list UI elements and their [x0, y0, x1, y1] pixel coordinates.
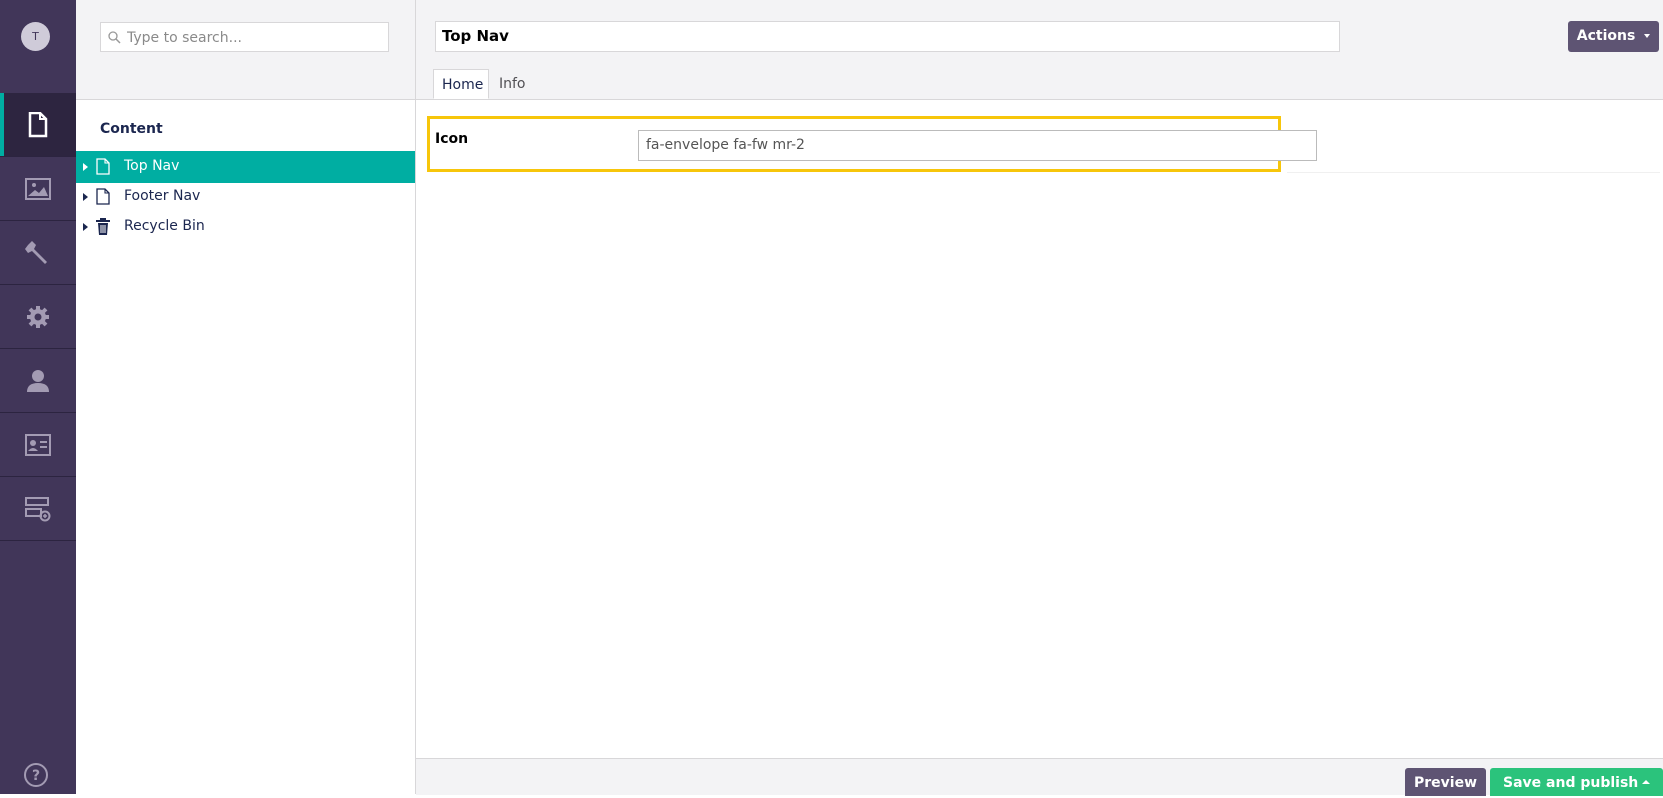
- editor-header: Top Nav Actions Home Info: [416, 0, 1663, 100]
- help-icon[interactable]: ?: [23, 762, 49, 788]
- property-label: Icon: [435, 131, 469, 147]
- search-box[interactable]: [100, 22, 389, 52]
- document-icon: [96, 188, 110, 205]
- section-users[interactable]: [0, 349, 76, 413]
- chevron-up-icon[interactable]: [1642, 780, 1650, 784]
- section-content[interactable]: [0, 93, 76, 157]
- developer-gear-icon: [27, 305, 49, 328]
- users-icon: [27, 369, 49, 392]
- tree-item-recycle-bin[interactable]: Recycle Bin: [76, 211, 415, 243]
- content-icon: [28, 111, 48, 137]
- svg-text:?: ?: [32, 768, 40, 784]
- tree-item-label: Footer Nav: [124, 188, 201, 204]
- members-icon: [25, 433, 51, 456]
- user-avatar[interactable]: T: [21, 22, 50, 51]
- tree-title: Content: [100, 121, 163, 137]
- property-icon-input[interactable]: fa-envelope fa-fw mr-2: [638, 130, 1317, 161]
- expand-caret-icon[interactable]: [83, 193, 88, 201]
- settings-wrench-icon: [25, 240, 47, 264]
- section-forms[interactable]: [0, 477, 76, 541]
- search-icon: [108, 31, 121, 44]
- tab-home[interactable]: Home: [433, 69, 489, 99]
- section-developer[interactable]: [0, 285, 76, 349]
- tree-header: [76, 0, 415, 100]
- tab-label: Info: [499, 76, 526, 92]
- forms-icon: [25, 496, 51, 521]
- section-bar: T ?: [0, 0, 76, 794]
- media-icon: [25, 177, 51, 200]
- tree-item-top-nav[interactable]: Top Nav: [76, 151, 415, 183]
- content-name-input[interactable]: Top Nav: [435, 21, 1340, 52]
- property-divider: [1287, 172, 1660, 173]
- tree-item-label: Recycle Bin: [124, 218, 205, 234]
- preview-button[interactable]: Preview: [1405, 768, 1486, 796]
- chevron-down-icon: [1644, 34, 1651, 38]
- tab-info[interactable]: Info: [499, 69, 526, 99]
- document-icon: [96, 158, 110, 175]
- expand-caret-icon[interactable]: [83, 163, 88, 171]
- actions-label: Actions: [1576, 28, 1636, 44]
- expand-caret-icon[interactable]: [83, 223, 88, 231]
- section-media[interactable]: [0, 157, 76, 221]
- tree-item-footer-nav[interactable]: Footer Nav: [76, 181, 415, 213]
- section-settings[interactable]: [0, 221, 76, 285]
- tree-item-label: Top Nav: [124, 158, 180, 174]
- save-and-publish-button[interactable]: Save and publish: [1490, 768, 1663, 796]
- trash-icon: [96, 218, 110, 235]
- actions-button[interactable]: Actions: [1568, 21, 1659, 52]
- tab-label: Home: [442, 77, 484, 93]
- section-members[interactable]: [0, 413, 76, 477]
- search-input[interactable]: [125, 26, 379, 50]
- tree-panel: Content Top Nav Footer Nav Recycle Bin: [76, 0, 416, 794]
